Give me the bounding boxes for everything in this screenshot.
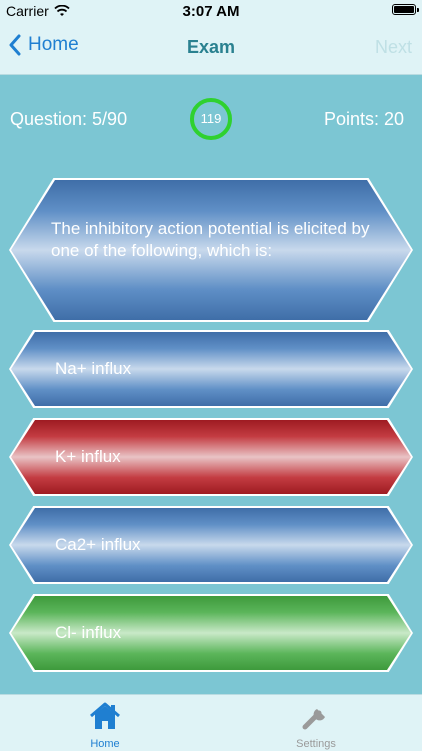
question-text: The inhibitory action potential is elici… (51, 219, 370, 260)
status-right (392, 4, 419, 15)
points-counter: Points: 20 (323, 109, 404, 129)
tab-home-label: Home (90, 738, 120, 750)
answer-option-a[interactable]: Na+ influx (9, 330, 413, 408)
countdown-timer: 119 (189, 97, 233, 141)
tab-settings[interactable]: Settings (271, 701, 361, 750)
tab-home[interactable]: Home (60, 701, 150, 750)
page-title: Exam (186, 37, 236, 57)
exam-info-row: Question: 5/90 119 Points: 20 (0, 95, 422, 145)
question-box: The inhibitory action potential is elici… (9, 178, 413, 322)
answer-option-c[interactable]: Ca2+ influx (9, 506, 413, 584)
wrench-icon (302, 706, 328, 730)
answer-option-d[interactable]: Cl- influx (9, 594, 413, 672)
tab-bar: Home Settings (0, 694, 422, 751)
answer-label: Na+ influx (55, 359, 132, 378)
battery-icon (392, 4, 419, 15)
answer-label: K+ influx (55, 447, 121, 466)
status-time: 3:07 AM (182, 3, 240, 20)
question-counter: Question: 5/90 (10, 109, 128, 129)
tab-settings-label: Settings (296, 738, 336, 750)
timer-value: 119 (200, 111, 222, 126)
answer-label: Cl- influx (55, 623, 122, 642)
next-button[interactable]: Next (375, 37, 412, 58)
status-bar: Carrier 3:07 AM (0, 0, 422, 22)
answer-label: Ca2+ influx (55, 535, 141, 554)
navigation-bar: Home Exam Next (0, 22, 422, 75)
home-icon (90, 702, 120, 729)
answer-option-b[interactable]: K+ influx (9, 418, 413, 496)
